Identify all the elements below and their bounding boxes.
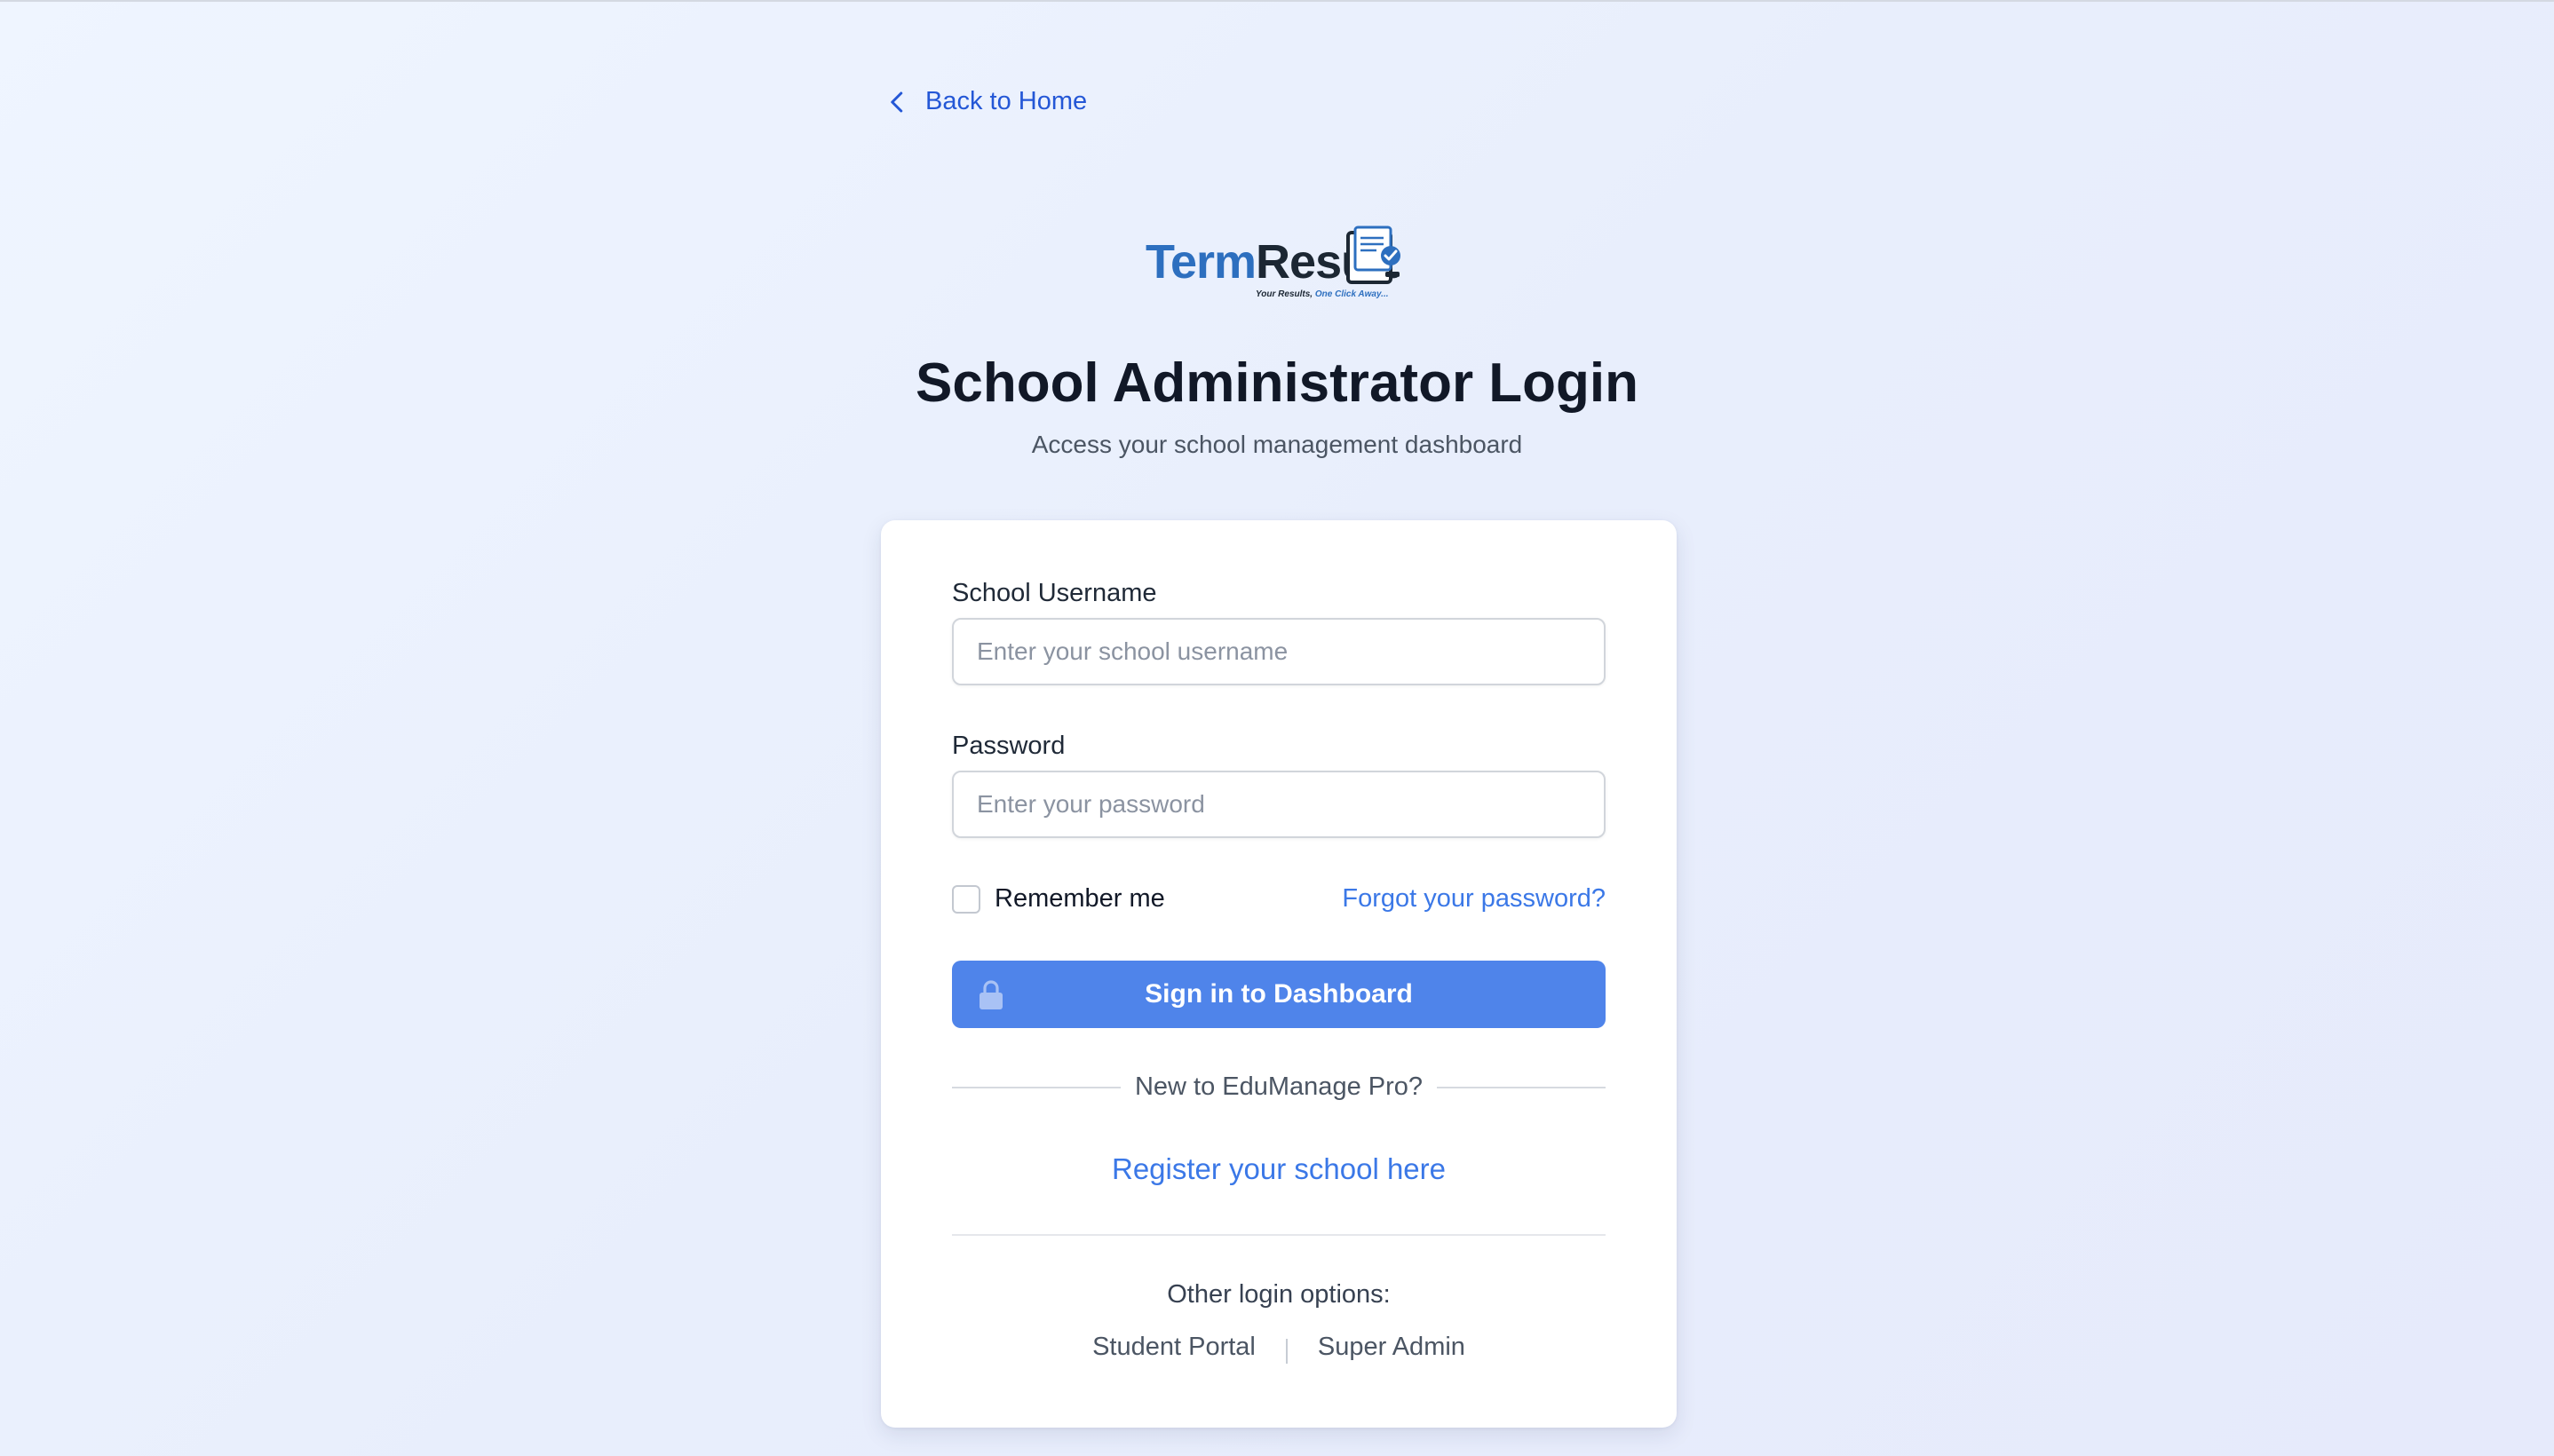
sign-in-label: Sign in to Dashboard bbox=[1145, 979, 1413, 1009]
password-label: Password bbox=[952, 732, 1066, 760]
student-portal-link[interactable]: Student Portal bbox=[1092, 1333, 1256, 1362]
termresult-logo: TermResult Your Results, One Click Away.… bbox=[1146, 224, 1412, 309]
back-to-home-link[interactable]: Back to Home bbox=[884, 87, 1087, 116]
forgot-password-link[interactable]: Forgot your password? bbox=[1342, 884, 1606, 914]
sign-in-button[interactable]: Sign in to Dashboard bbox=[952, 961, 1606, 1028]
remember-me-checkbox[interactable]: Remember me bbox=[952, 884, 1165, 914]
username-input[interactable] bbox=[952, 618, 1606, 685]
other-login-options-label: Other login options: bbox=[1167, 1280, 1391, 1309]
checkbox-box[interactable] bbox=[952, 884, 980, 914]
divider-text: New to EduManage Pro? bbox=[1134, 1072, 1424, 1101]
remember-me-label: Remember me bbox=[995, 884, 1165, 913]
username-label: School Username bbox=[952, 579, 1157, 607]
logo-tagline: Your Results, One Click Away... bbox=[1256, 289, 1389, 299]
document-check-icon bbox=[1346, 226, 1400, 284]
chevron-left-icon bbox=[891, 91, 903, 112]
lock-icon bbox=[980, 980, 1003, 1009]
super-admin-link[interactable]: Super Admin bbox=[1318, 1333, 1465, 1362]
page-subtitle: Access your school management dashboard bbox=[1031, 431, 1523, 458]
link-separator bbox=[1285, 1339, 1288, 1364]
register-divider: New to EduManage Pro? bbox=[952, 1072, 1606, 1102]
login-card: School Username Password Remember me For… bbox=[881, 520, 1677, 1428]
register-school-link[interactable]: Register your school here bbox=[881, 1152, 1677, 1186]
back-to-home-label: Back to Home bbox=[925, 87, 1088, 115]
divider-line-right bbox=[1437, 1086, 1606, 1088]
divider-line-left bbox=[952, 1086, 1121, 1088]
page-title: School Administrator Login bbox=[915, 352, 1639, 414]
other-login-links: Student Portal Super Admin bbox=[881, 1330, 1677, 1364]
section-divider bbox=[952, 1234, 1606, 1236]
password-input[interactable] bbox=[952, 771, 1606, 838]
